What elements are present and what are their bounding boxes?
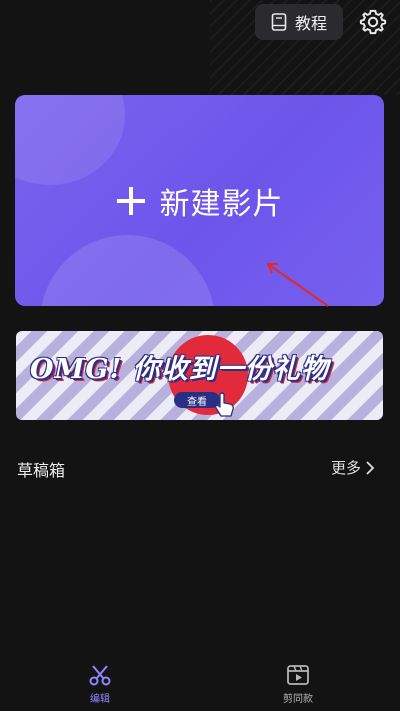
chevron-right-icon bbox=[366, 460, 375, 475]
clapperboard-icon bbox=[287, 665, 309, 685]
plus-icon bbox=[116, 186, 145, 215]
scissors-icon bbox=[89, 665, 111, 686]
drafts-title: 草稿箱 bbox=[17, 461, 66, 480]
tutorial-label: 教程 bbox=[294, 14, 327, 33]
nav-template-label: 剪同款 bbox=[283, 694, 313, 705]
new-project-label: 新建影片 bbox=[159, 186, 284, 222]
tutorial-button[interactable]: 教程 bbox=[255, 4, 343, 40]
nav-template[interactable]: 剪同款 bbox=[263, 663, 333, 705]
book-icon bbox=[271, 13, 287, 31]
nav-edit-label: 编辑 bbox=[90, 694, 110, 705]
settings-gear-icon[interactable] bbox=[359, 8, 387, 36]
more-label: 更多 bbox=[331, 459, 362, 477]
drafts-more-link[interactable]: 更多 bbox=[331, 457, 375, 478]
bottom-nav: 编辑 剪同款 bbox=[0, 655, 400, 711]
pointer-arrow-annotation bbox=[266, 263, 329, 307]
nav-edit[interactable]: 编辑 bbox=[65, 663, 135, 705]
banner-headline: OMG! 你收到一份礼物 bbox=[30, 354, 329, 385]
pointing-hand-icon bbox=[215, 392, 234, 417]
